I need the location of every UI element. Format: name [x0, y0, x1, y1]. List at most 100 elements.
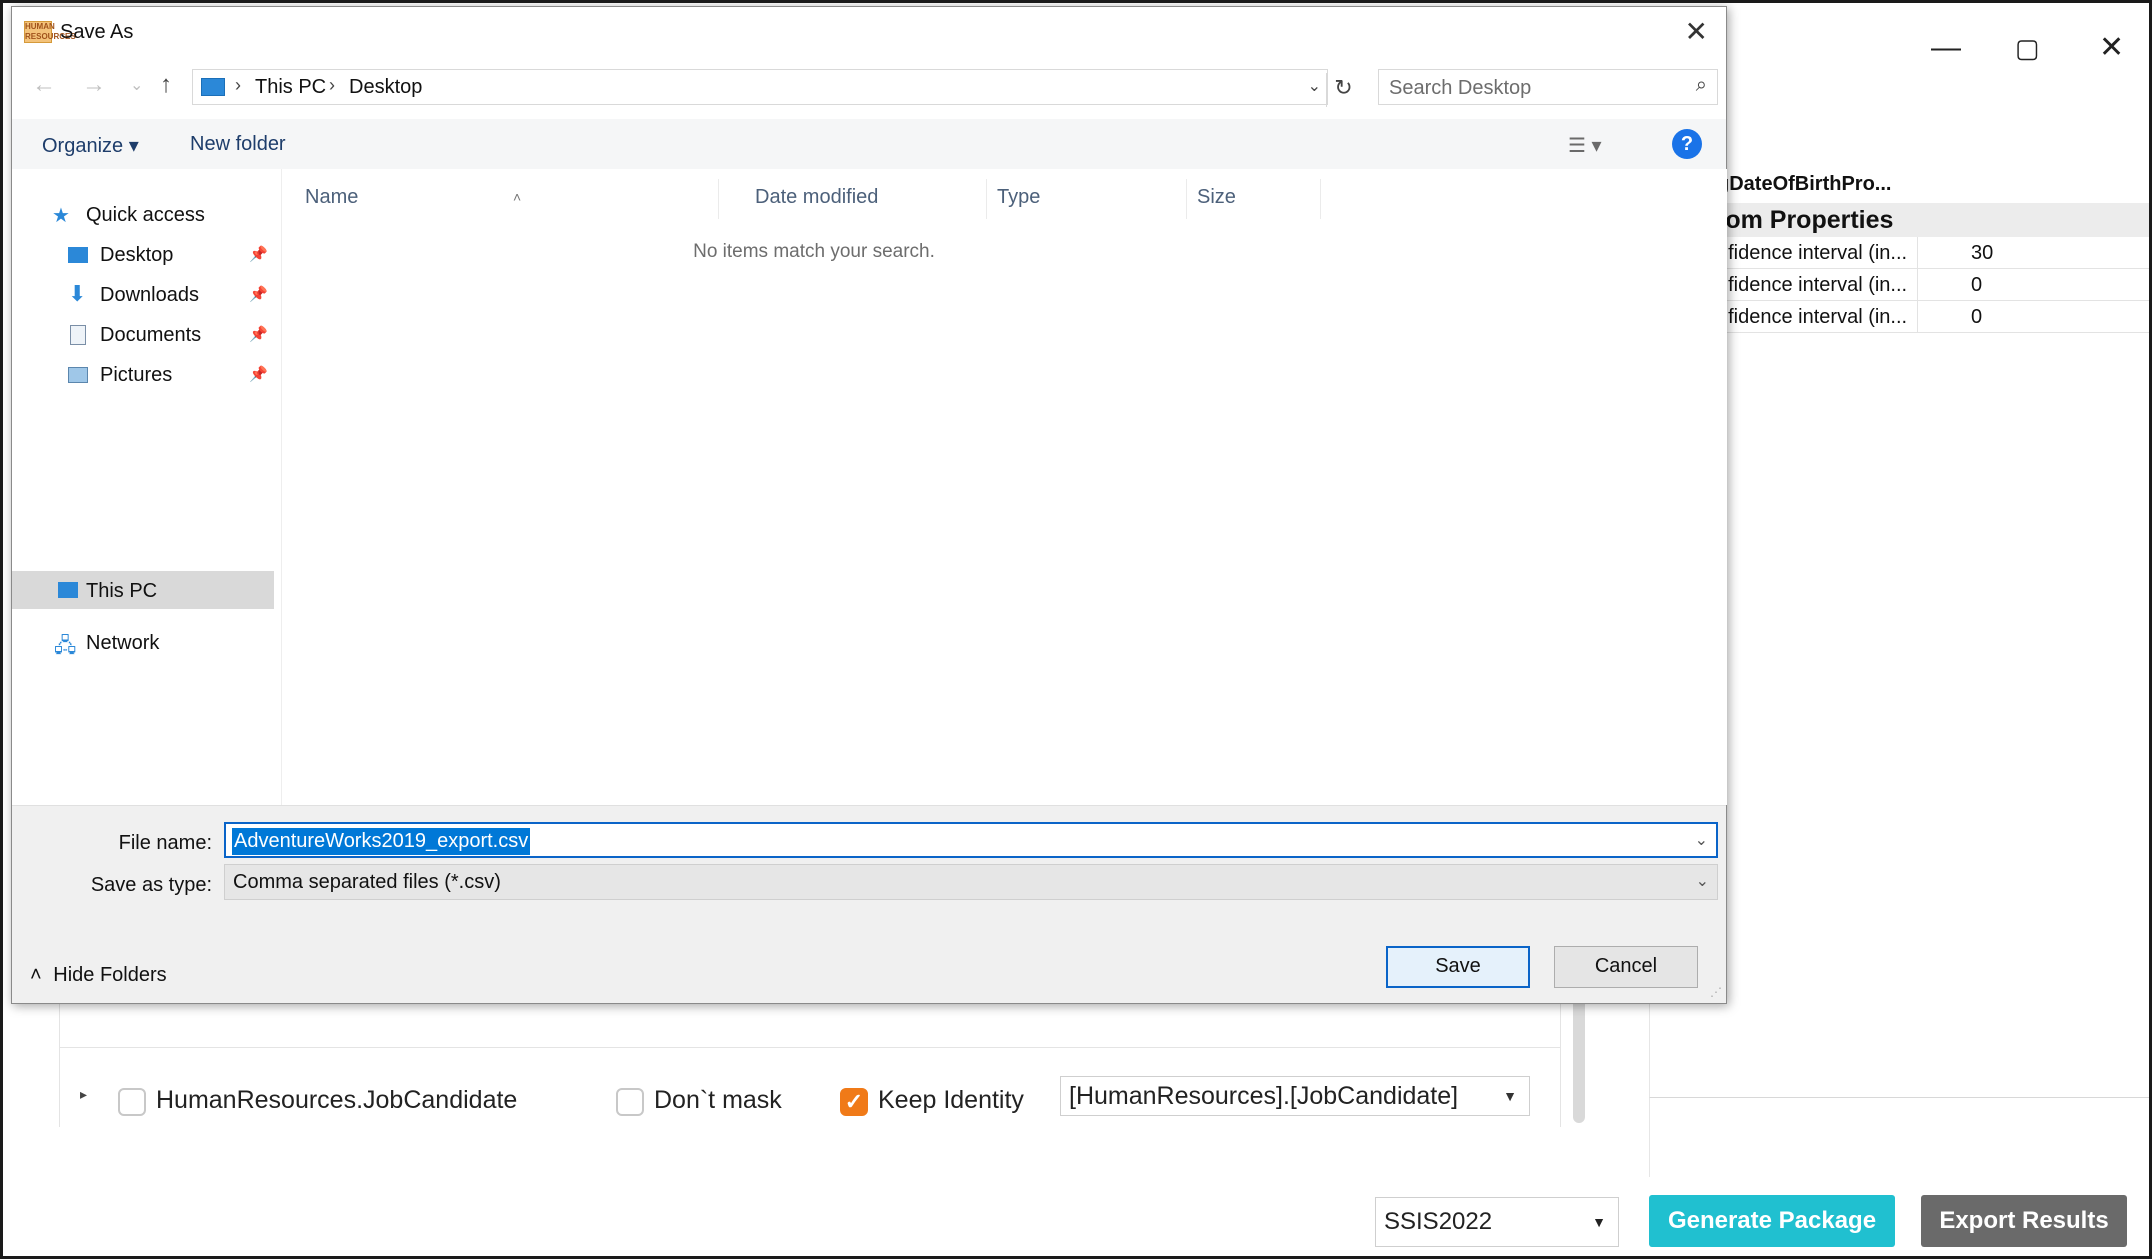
- hide-folders-button[interactable]: ˄ Hide Folders: [30, 964, 167, 987]
- scrollbar[interactable]: [1573, 993, 1585, 1123]
- nav-quick-access[interactable]: ★ Quick access: [12, 197, 274, 233]
- generate-package-button[interactable]: Generate Package: [1649, 1195, 1895, 1247]
- save-as-dialog: HUMAN RESOURCES Save As ✕ ← → ⌄ ↑ › This…: [11, 6, 1727, 1004]
- row-select-checkbox[interactable]: [118, 1088, 146, 1116]
- chevron-down-icon: ▼: [1592, 1214, 1606, 1230]
- file-list[interactable]: ˄ Name Date modified Type Size No items …: [283, 169, 1727, 805]
- property-value[interactable]: 30: [1971, 242, 1993, 265]
- nav-pictures[interactable]: Pictures 📌: [12, 357, 274, 393]
- table-row[interactable]: ▸ HumanResources.JobCandidate Don`t mask…: [59, 1047, 1561, 1127]
- nav-label: Quick access: [86, 204, 205, 226]
- export-results-button[interactable]: Export Results: [1921, 1195, 2127, 1247]
- forward-arrow-icon[interactable]: →: [82, 71, 106, 99]
- property-description-box: [1649, 1097, 2149, 1177]
- target-table-value: [HumanResources].[JobCandidate]: [1069, 1082, 1459, 1110]
- expand-icon[interactable]: ▸: [80, 1086, 87, 1103]
- nav-label: This PC: [86, 580, 158, 602]
- refresh-icon[interactable]: ↻: [1326, 73, 1360, 107]
- pin-icon[interactable]: 📌: [249, 285, 268, 303]
- view-options-icon[interactable]: ☰ ▾: [1568, 133, 1602, 158]
- chevron-down-icon[interactable]: ⌄: [1695, 830, 1708, 850]
- property-value[interactable]: 0: [1971, 274, 1982, 297]
- search-input[interactable]: Search Desktop ⌕: [1378, 69, 1718, 105]
- column-header-type[interactable]: Type: [987, 179, 1187, 219]
- recent-locations-icon[interactable]: ⌄: [130, 75, 143, 95]
- document-icon: [70, 325, 86, 345]
- property-name: nfidence interval (in...: [1717, 306, 1908, 328]
- sort-caret-icon: ˄: [513, 189, 522, 205]
- column-label: Date modified: [755, 186, 879, 208]
- minimize-icon[interactable]: —: [1931, 31, 1961, 65]
- property-value[interactable]: 0: [1971, 306, 1982, 329]
- chevron-down-icon: ▼: [1503, 1088, 1517, 1104]
- cancel-button[interactable]: Cancel: [1554, 946, 1698, 988]
- close-icon[interactable]: ✕: [1685, 17, 1708, 47]
- chevron-up-icon: ˄: [30, 964, 42, 986]
- property-column-divider: [1917, 237, 1918, 333]
- column-header-date[interactable]: Date modified: [745, 179, 987, 219]
- chevron-down-icon: ⌄: [1695, 873, 1709, 890]
- save-type-select[interactable]: Comma separated files (*.csv) ⌄: [224, 864, 1718, 900]
- property-name: nfidence interval (in...: [1717, 274, 1908, 296]
- maximize-icon[interactable]: ▢: [2015, 31, 2040, 65]
- close-app-icon[interactable]: ✕: [2099, 31, 2124, 65]
- computer-icon: [58, 582, 78, 598]
- column-label: Type: [997, 186, 1041, 208]
- nav-label: Network: [86, 632, 160, 654]
- nav-this-pc[interactable]: This PC: [12, 571, 274, 609]
- save-type-value: Comma separated files (*.csv): [233, 871, 501, 893]
- new-folder-button[interactable]: New folder: [190, 133, 286, 156]
- nav-desktop[interactable]: Desktop 📌: [12, 237, 274, 273]
- file-name-input[interactable]: AdventureWorks2019_export.csv ⌄: [224, 822, 1718, 858]
- column-label: Size: [1197, 186, 1236, 208]
- pictures-icon: [68, 367, 88, 383]
- breadcrumb-separator[interactable]: ›: [235, 75, 241, 96]
- column-label: Name: [305, 186, 359, 208]
- back-arrow-icon[interactable]: ←: [32, 71, 56, 99]
- resize-grip-icon[interactable]: ⋰: [1710, 985, 1722, 999]
- nav-downloads[interactable]: ⬇ Downloads 📌: [12, 277, 274, 313]
- save-type-label: Save as type:: [90, 874, 212, 896]
- ssis-version-value: SSIS2022: [1384, 1208, 1493, 1235]
- file-name-value: AdventureWorks2019_export.csv: [232, 828, 531, 855]
- pin-icon[interactable]: 📌: [249, 245, 268, 263]
- breadcrumb-separator[interactable]: ›: [329, 75, 335, 96]
- nav-label: Documents: [100, 324, 202, 346]
- keep-identity-checkbox[interactable]: ✓: [840, 1088, 868, 1116]
- desktop-icon: [68, 247, 88, 263]
- help-icon[interactable]: ?: [1672, 129, 1702, 159]
- nav-documents[interactable]: Documents 📌: [12, 317, 274, 353]
- empty-message: No items match your search.: [693, 241, 935, 262]
- dialog-title: Save As: [60, 21, 134, 43]
- pin-icon[interactable]: 📌: [249, 325, 268, 343]
- search-icon: ⌕: [1695, 74, 1707, 96]
- navigation-pane: ★ Quick access Desktop 📌 ⬇ Downloads 📌 D…: [12, 169, 282, 805]
- nav-network[interactable]: 🖧 Network: [12, 625, 274, 661]
- nav-label: Pictures: [100, 364, 173, 386]
- navigation-bar: ← → ⌄ ↑ › This PC › Desktop ⌄ ↻ Search D…: [12, 63, 1726, 111]
- property-name: nfidence interval (in...: [1717, 242, 1908, 264]
- pin-icon[interactable]: 📌: [249, 365, 268, 383]
- property-object-name: gDateOfBirthPro...: [1717, 173, 1892, 195]
- ssis-version-select[interactable]: SSIS2022 ▼: [1375, 1197, 1619, 1247]
- dont-mask-checkbox[interactable]: [616, 1088, 644, 1116]
- save-button[interactable]: Save: [1386, 946, 1530, 988]
- up-arrow-icon[interactable]: ↑: [160, 71, 172, 99]
- file-name-label: File name:: [118, 832, 212, 854]
- breadcrumb-this-pc[interactable]: This PC: [255, 76, 326, 99]
- column-header-name[interactable]: ˄ Name: [283, 179, 719, 219]
- address-bar[interactable]: › This PC › Desktop ⌄: [192, 69, 1328, 105]
- target-table-select[interactable]: [HumanResources].[JobCandidate] ▼: [1060, 1076, 1530, 1116]
- app-icon: HUMAN RESOURCES: [24, 21, 76, 43]
- dialog-titlebar[interactable]: HUMAN RESOURCES Save As ✕: [12, 7, 1726, 57]
- chevron-down-icon[interactable]: ⌄: [1308, 76, 1321, 96]
- column-header-size[interactable]: Size: [1187, 179, 1321, 219]
- star-icon: ★: [52, 205, 70, 227]
- table-name: HumanResources.JobCandidate: [156, 1086, 518, 1114]
- screen: — ▢ ✕ gDateOfBirthPro... tom Properties …: [0, 0, 2152, 1259]
- dialog-footer: File name: AdventureWorks2019_export.csv…: [12, 805, 1726, 1003]
- this-pc-icon: [201, 78, 225, 96]
- organize-button[interactable]: Organize ▾: [42, 133, 139, 158]
- breadcrumb-desktop[interactable]: Desktop: [349, 76, 422, 99]
- dont-mask-label: Don`t mask: [654, 1086, 782, 1114]
